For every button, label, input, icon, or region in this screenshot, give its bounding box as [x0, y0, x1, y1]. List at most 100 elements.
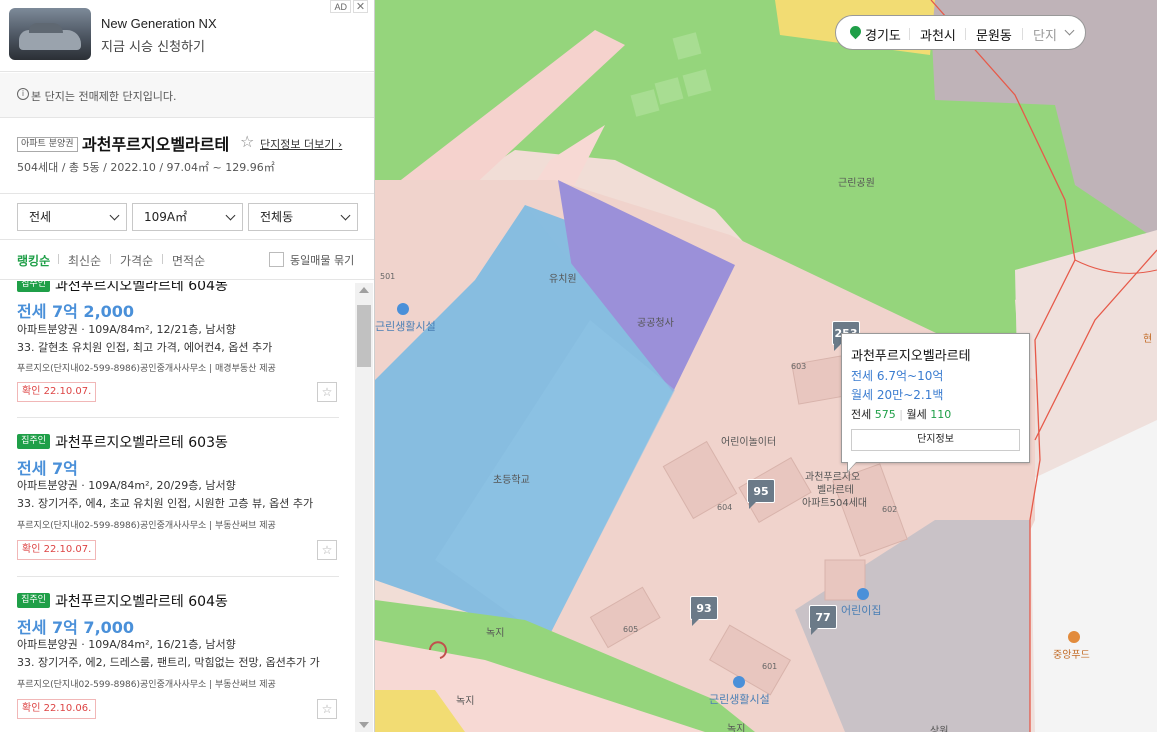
lot-number: 603	[791, 362, 807, 371]
info-icon: i	[17, 88, 29, 100]
sort-ranking[interactable]: 랭킹순	[17, 252, 50, 269]
sort-divider	[162, 254, 163, 264]
favorite-star-icon[interactable]: ☆	[240, 132, 254, 151]
scroll-down-arrow-icon[interactable]	[359, 722, 369, 728]
listing-price: 전세 7억 7,000	[17, 618, 135, 637]
scrollbar-thumb[interactable]	[357, 305, 371, 367]
wolse-count-label: 월세	[906, 408, 927, 421]
map-view[interactable]: 근린공원 유치원 공공청사 초등학교 어린이놀이터 과천푸르지오 벨라르테 아파…	[375, 0, 1157, 732]
bundle-checkbox[interactable]	[269, 252, 284, 267]
ad-banner[interactable]: New Generation NX 지금 시승 신청하기 AD ✕	[0, 0, 374, 72]
trade-type-select[interactable]: 전세	[17, 203, 127, 231]
jeonse-count: 575	[874, 408, 896, 421]
listing-count-marker[interactable]: 93	[690, 596, 718, 626]
area-value: 109A㎡	[144, 210, 188, 224]
building-value: 전체동	[260, 210, 294, 224]
listing-item[interactable]: 집주인 과천푸르지오벨라르테 604동 전세 7억 2,000 아파트분양권 ·…	[0, 281, 355, 427]
listing-scrollbar[interactable]	[355, 283, 373, 732]
facility-pin-icon	[397, 303, 409, 315]
complex-type-badge: 아파트 분양권	[17, 137, 78, 152]
listing-count-marker[interactable]: 95	[747, 479, 775, 509]
green-label: 녹지	[486, 628, 505, 639]
facility-left-label: 근린생활시설	[375, 320, 436, 333]
listing-count-marker[interactable]: 77	[809, 605, 837, 635]
sort-latest[interactable]: 최신순	[68, 252, 101, 269]
notice-text: 본 단지는 전매제한 단지입니다.	[31, 90, 177, 103]
location-city[interactable]: 과천시	[920, 25, 956, 44]
complex-more-label: 단지정보 더보기	[260, 138, 335, 151]
location-divider	[1022, 28, 1023, 40]
sort-divider	[110, 254, 111, 264]
listing-panel: New Generation NX 지금 시승 신청하기 AD ✕ i 본 단지…	[0, 0, 375, 732]
school-label: 초등학교	[493, 475, 530, 486]
listing-spec: 아파트분양권 · 109A/84m², 12/21층, 남서향	[17, 323, 236, 336]
location-pin-icon	[847, 23, 864, 40]
complex-header: 아파트 분양권 과천푸르지오벨라르테 ☆ 단지정보 더보기 › 504세대 / …	[0, 118, 374, 194]
listing-divider	[17, 417, 339, 418]
scroll-up-arrow-icon[interactable]	[359, 287, 369, 293]
popup-listing-counts: 전세 575 | 월세 110	[851, 408, 952, 421]
ad-subtitle[interactable]: 지금 시승 신청하기	[101, 36, 205, 55]
resale-restriction-notice: i 본 단지는 전매제한 단지입니다.	[0, 73, 374, 118]
confirm-date-badge: 확인 22.10.07.	[17, 382, 97, 402]
playground-label: 어린이놀이터	[721, 437, 777, 448]
kindergarten-label: 유치원	[549, 274, 577, 285]
chevron-down-icon[interactable]	[1064, 25, 1075, 36]
confirm-date-badge: 확인 22.10.07.	[17, 540, 97, 560]
office-label: 공공청사	[637, 318, 674, 329]
listing-spec: 아파트분양권 · 109A/84m², 20/29층, 남서향	[17, 479, 236, 492]
facility-bottom-label: 근린생활시설	[709, 693, 770, 706]
ad-car-image[interactable]	[9, 8, 91, 60]
chevron-down-icon	[109, 210, 120, 221]
lot-number: 602	[882, 505, 898, 514]
location-divider	[965, 28, 966, 40]
popup-wolse-range: 월세 20만~2.1백	[851, 388, 944, 402]
app-root: New Generation NX 지금 시승 신청하기 AD ✕ i 본 단지…	[0, 0, 1157, 732]
sort-bar: 랭킹순 최신순 가격순 면적순 동일매물 묶기	[0, 240, 374, 280]
owner-tag: 집주인	[17, 434, 50, 449]
listing-list: 집주인 과천푸르지오벨라르테 604동 전세 7억 2,000 아파트분양권 ·…	[0, 281, 374, 732]
facility-pin-icon	[733, 676, 745, 688]
listing-spec: 아파트분양권 · 109A/84m², 16/21층, 남서향	[17, 638, 236, 651]
lot-number: 501	[380, 272, 396, 281]
ad-close-icon[interactable]: ✕	[353, 0, 368, 13]
location-dong[interactable]: 문원동	[976, 25, 1012, 44]
favorite-star-icon[interactable]: ☆	[317, 540, 337, 560]
area-select[interactable]: 109A㎡	[132, 203, 243, 231]
listing-item[interactable]: 집주인 과천푸르지오벨라르테 604동 전세 7억 7,000 아파트분양권 ·…	[0, 586, 355, 732]
owner-tag: 집주인	[17, 593, 50, 608]
listing-agent: 푸르지오(단지내02-599-8986)공인중개사사무소 | 부동산써브 제공	[17, 521, 276, 531]
building-select[interactable]: 전체동	[248, 203, 358, 231]
listing-desc: 33. 갈현초 유치원 인접, 최고 가격, 에어컨4, 옵션 추가	[17, 341, 273, 354]
restaurant-pin-icon	[1068, 631, 1080, 643]
location-mode[interactable]: 단지	[1033, 25, 1057, 44]
owner-tag: 집주인	[17, 281, 50, 292]
jeonse-count-label: 전세	[851, 408, 872, 421]
sort-price[interactable]: 가격순	[120, 252, 153, 269]
filter-bar: 전세 109A㎡ 전체동	[0, 194, 374, 240]
complex-info-button[interactable]: 단지정보	[851, 429, 1020, 451]
popup-jeonse-range: 전세 6.7억~10억	[851, 369, 944, 383]
park-label: 근린공원	[838, 178, 875, 189]
sort-area[interactable]: 면적순	[172, 252, 205, 269]
location-province[interactable]: 경기도	[865, 25, 901, 44]
lot-number: 605	[623, 625, 639, 634]
green-label: 녹지	[456, 696, 475, 707]
location-selector[interactable]: 경기도 과천시 문원동 단지	[835, 15, 1086, 50]
listing-name[interactable]: 과천푸르지오벨라르테 604동	[55, 281, 228, 295]
road-label: 상원	[930, 726, 949, 732]
listing-name[interactable]: 과천푸르지오벨라르테 603동	[55, 432, 228, 452]
ad-title[interactable]: New Generation NX	[101, 16, 217, 31]
complex-more-link[interactable]: 단지정보 더보기 ›	[260, 136, 342, 152]
listing-item[interactable]: 집주인 과천푸르지오벨라르테 603동 전세 7억 아파트분양권 · 109A/…	[0, 427, 355, 587]
listing-name[interactable]: 과천푸르지오벨라르테 604동	[55, 591, 228, 611]
listing-agent: 푸르지오(단지내02-599-8986)공인중개사사무소 | 매경부동산 제공	[17, 364, 276, 374]
sort-divider	[58, 254, 59, 264]
listing-divider	[17, 576, 339, 577]
favorite-star-icon[interactable]: ☆	[317, 699, 337, 719]
favorite-star-icon[interactable]: ☆	[317, 382, 337, 402]
bundle-label[interactable]: 동일매물 묶기	[290, 252, 354, 268]
confirm-date-badge: 확인 22.10.06.	[17, 699, 97, 719]
chevron-down-icon	[225, 210, 236, 221]
daycare-pin-icon	[857, 588, 869, 600]
